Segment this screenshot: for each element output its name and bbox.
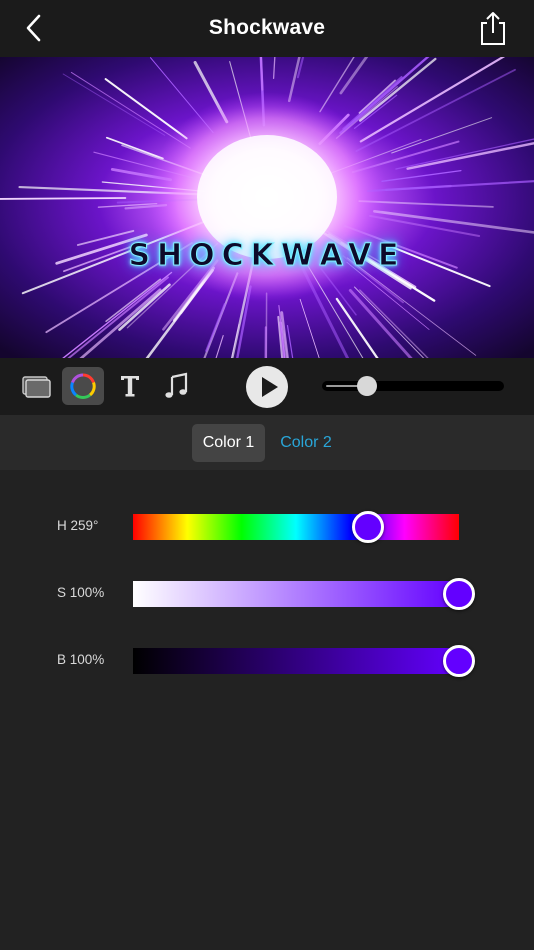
share-icon xyxy=(481,12,505,45)
saturation-slider-thumb[interactable] xyxy=(443,578,475,610)
hue-label: H 259° xyxy=(57,518,99,533)
page-title: Shockwave xyxy=(208,16,326,39)
tab-color-2[interactable]: Color 2 xyxy=(270,424,342,462)
layers-tool-button[interactable] xyxy=(15,367,57,405)
hue-slider-row: H 259° xyxy=(0,507,534,547)
music-tool-button[interactable] xyxy=(156,367,198,405)
video-preview[interactable]: SHOCKWAVE xyxy=(0,57,534,358)
brightness-slider-thumb[interactable] xyxy=(443,645,475,677)
preview-overlay-text: SHOCKWAVE xyxy=(128,238,406,274)
music-note-icon xyxy=(165,372,188,398)
tab-color-1[interactable]: Color 1 xyxy=(192,424,265,462)
brightness-slider-row: B 100% xyxy=(0,641,534,681)
brightness-slider-track[interactable] xyxy=(133,648,459,674)
text-icon xyxy=(121,376,139,397)
layers-icon xyxy=(22,376,51,398)
text-tool-button[interactable] xyxy=(109,367,151,405)
light-ray xyxy=(264,326,267,358)
saturation-slider-row: S 100% xyxy=(0,574,534,614)
hsb-slider-panel: H 259° S 100% B 100% xyxy=(0,470,534,950)
share-button[interactable] xyxy=(476,10,510,46)
color-tool-button[interactable] xyxy=(62,367,104,405)
hue-slider-track[interactable] xyxy=(133,514,459,540)
saturation-label: S 100% xyxy=(57,585,105,600)
color-wheel-icon xyxy=(70,373,96,400)
navigation-bar: Shockwave xyxy=(0,0,534,57)
brightness-label: B 100% xyxy=(57,652,105,667)
light-ray xyxy=(0,197,127,200)
scrubber-progress xyxy=(326,385,359,387)
scrubber-thumb[interactable] xyxy=(356,376,377,396)
playback-scrubber[interactable] xyxy=(320,376,506,396)
play-button[interactable] xyxy=(246,366,288,408)
color-segment-control: Color 1 Color 2 xyxy=(0,415,534,470)
saturation-slider-track[interactable] xyxy=(133,581,459,607)
shockwave-burst-image xyxy=(0,57,534,358)
hue-slider-thumb[interactable] xyxy=(351,511,384,543)
editor-toolbar xyxy=(0,358,534,415)
play-icon xyxy=(262,377,278,397)
